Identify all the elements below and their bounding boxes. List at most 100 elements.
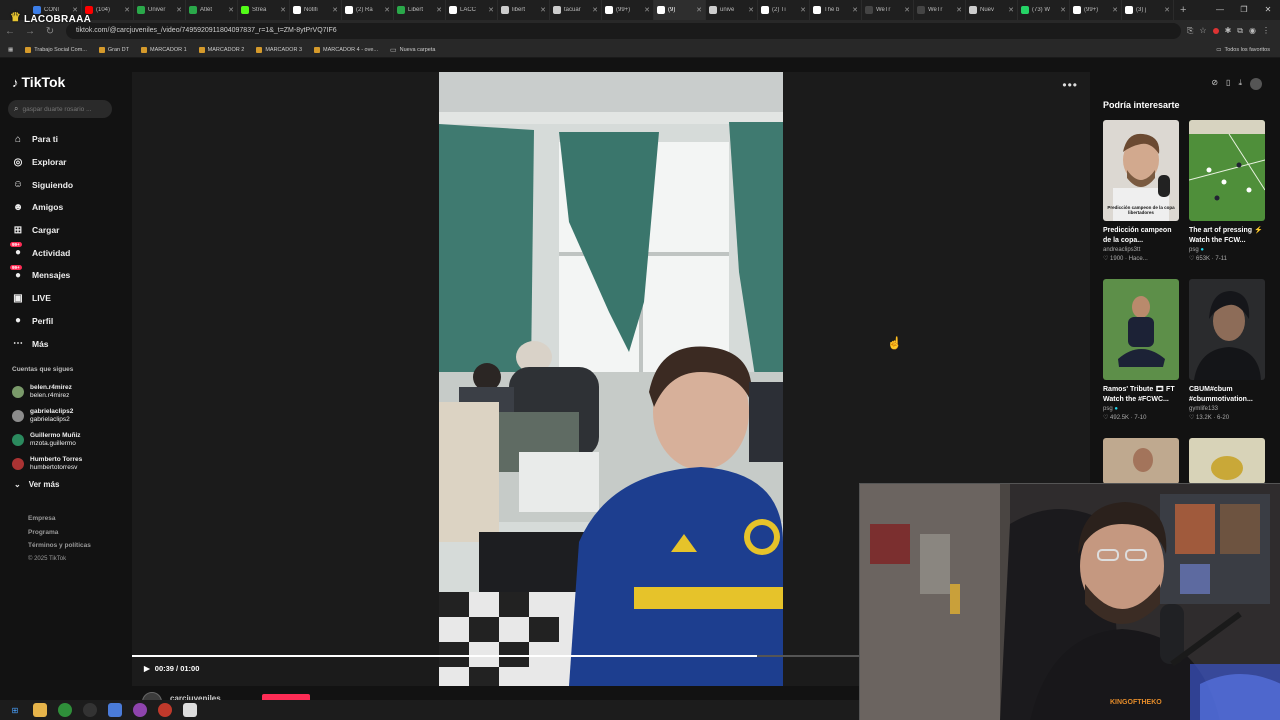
recommendation-card[interactable]: CBUM#cbum #cbummotivation... gymlife133 … bbox=[1189, 279, 1265, 421]
browser-tab[interactable]: (2) Ti ✕ bbox=[758, 0, 810, 20]
browser-tab[interactable]: Atlét ✕ bbox=[186, 0, 238, 20]
sidebar-item-upload[interactable]: ⊞ Cargar bbox=[12, 219, 73, 242]
browser-tab[interactable]: tacuar ✕ bbox=[550, 0, 602, 20]
browser-menu-icon[interactable]: ⋮ bbox=[1262, 26, 1270, 36]
app3-icon[interactable] bbox=[183, 703, 197, 717]
browser-tab[interactable]: libert ✕ bbox=[498, 0, 550, 20]
card-thumbnail[interactable] bbox=[1103, 279, 1179, 380]
following-account[interactable]: Humberto Torres humbertotorresv bbox=[12, 452, 82, 476]
bookmark-item[interactable]: Gran DT bbox=[98, 46, 129, 53]
extension-icon[interactable]: ✱ bbox=[1225, 26, 1232, 36]
more-options-icon[interactable]: ••• bbox=[1062, 78, 1078, 92]
tab-close-icon[interactable]: ✕ bbox=[748, 6, 754, 14]
browser-tab[interactable]: The b ✕ bbox=[810, 0, 862, 20]
recommendation-card[interactable] bbox=[1189, 438, 1265, 484]
sidebar-item-activity[interactable]: ● 99+ Actividad bbox=[10, 241, 73, 264]
tab-close-icon[interactable]: ✕ bbox=[332, 6, 338, 14]
card-author[interactable]: psg ● bbox=[1189, 247, 1265, 253]
author-avatar[interactable] bbox=[142, 692, 162, 700]
card-thumbnail[interactable]: Predicción campeon de la copa libertador… bbox=[1103, 120, 1179, 221]
tiktok-logo[interactable]: ♪ TikTok bbox=[12, 74, 65, 90]
browser-tab[interactable]: Libert ✕ bbox=[394, 0, 446, 20]
browser-tab[interactable]: (9) ✕ bbox=[654, 0, 706, 20]
recommendation-card[interactable]: The art of pressing ⚡ Watch the FCW... p… bbox=[1189, 120, 1265, 262]
close-icon[interactable]: ✕ bbox=[1256, 0, 1280, 20]
tab-close-icon[interactable]: ✕ bbox=[72, 6, 78, 14]
bookmark-item[interactable]: MARCADOR 3 bbox=[256, 46, 302, 53]
minimize-icon[interactable]: — bbox=[1208, 0, 1232, 20]
tab-close-icon[interactable]: ✕ bbox=[592, 6, 598, 14]
obs-icon[interactable] bbox=[83, 703, 97, 717]
bookmark-item[interactable]: Trabajo Social Com... bbox=[25, 46, 87, 53]
search-box[interactable]: ⌕ bbox=[8, 100, 112, 118]
bookmark-item[interactable]: MARCADOR 1 bbox=[140, 46, 187, 53]
tab-close-icon[interactable]: ✕ bbox=[800, 6, 806, 14]
browser-tab[interactable]: WeTr ✕ bbox=[862, 0, 914, 20]
following-account[interactable]: belen.r4mirez belen.r4mirez bbox=[12, 380, 82, 404]
windows-start-icon[interactable]: ⊞ bbox=[8, 703, 22, 717]
star-icon[interactable]: ☆ bbox=[1199, 26, 1206, 36]
card-thumbnail[interactable] bbox=[1189, 279, 1265, 380]
record-icon[interactable] bbox=[1212, 28, 1219, 34]
tab-close-icon[interactable]: ✕ bbox=[1008, 6, 1014, 14]
sidebar-item-friends[interactable]: ☻ Amigos bbox=[12, 196, 73, 219]
discord-icon[interactable] bbox=[133, 703, 147, 717]
bookmark-item[interactable]: MARCADOR 4 - ove... bbox=[314, 46, 378, 53]
recommendation-card[interactable] bbox=[1103, 438, 1179, 484]
sidebar-item-profile[interactable]: ● Perfil bbox=[12, 310, 73, 333]
browser-tab[interactable]: Nuev ✕ bbox=[966, 0, 1018, 20]
recommendation-card[interactable]: Predicción campeon de la copa libertador… bbox=[1103, 120, 1179, 262]
globe-icon[interactable] bbox=[1250, 78, 1262, 90]
sidebar-item-following[interactable]: ☺ Siguiendo bbox=[12, 173, 73, 196]
browser-tab[interactable]: (99+) ✕ bbox=[1070, 0, 1122, 20]
tab-close-icon[interactable]: ✕ bbox=[540, 6, 546, 14]
maximize-icon[interactable]: ❐ bbox=[1232, 0, 1256, 20]
app2-icon[interactable] bbox=[158, 703, 172, 717]
footer-link-terminos[interactable]: Términos y políticas bbox=[28, 539, 91, 553]
url-field[interactable]: tiktok.com/@carcjuveniles_/video/7495920… bbox=[66, 23, 1182, 39]
card-thumbnail[interactable] bbox=[1103, 438, 1179, 484]
card-title[interactable]: The art of pressing ⚡ Watch the FCW... bbox=[1189, 226, 1265, 245]
see-more-button[interactable]: ⌄ Ver más bbox=[14, 480, 59, 489]
tab-close-icon[interactable]: ✕ bbox=[384, 6, 390, 14]
recommendation-card[interactable]: Ramos' Tribute 🎞 FT Watch the #FCWC... p… bbox=[1103, 279, 1179, 421]
file-explorer-icon[interactable] bbox=[33, 703, 47, 717]
tab-close-icon[interactable]: ✕ bbox=[124, 6, 130, 14]
tab-close-icon[interactable]: ✕ bbox=[644, 6, 650, 14]
card-thumbnail[interactable] bbox=[1189, 120, 1265, 221]
card-author[interactable]: psg ● bbox=[1103, 406, 1179, 412]
bookmark-item[interactable]: ▭ Nueva carpeta bbox=[390, 46, 435, 54]
tab-close-icon[interactable]: ✕ bbox=[228, 6, 234, 14]
browser-tab[interactable]: (99+) ✕ bbox=[602, 0, 654, 20]
apps-icon[interactable]: ▦ bbox=[8, 47, 13, 53]
bookmark-item[interactable]: MARCADOR 2 bbox=[198, 46, 244, 53]
card-title[interactable]: Predicción campeon de la copa... bbox=[1103, 226, 1179, 245]
browser-tab[interactable]: Notifi ✕ bbox=[290, 0, 342, 20]
browser-tab[interactable]: (73) W ✕ bbox=[1018, 0, 1070, 20]
chrome-icon[interactable] bbox=[58, 703, 72, 717]
sidebar-item-more[interactable]: ⋯ Más bbox=[12, 332, 73, 355]
tab-close-icon[interactable]: ✕ bbox=[904, 6, 910, 14]
video-frame[interactable] bbox=[439, 72, 783, 686]
link-icon[interactable]: ⊘ bbox=[1211, 78, 1218, 90]
footer-link-programa[interactable]: Programa bbox=[28, 526, 91, 540]
following-account[interactable]: Guillermo Muñiz mzota.guillermo bbox=[12, 428, 82, 452]
browser-tab[interactable]: Strea ✕ bbox=[238, 0, 290, 20]
browser-tab[interactable]: unive ✕ bbox=[706, 0, 758, 20]
sidebar-item-messages[interactable]: ● 99+ Mensajes bbox=[10, 264, 73, 287]
footer-link-empresa[interactable]: Empresa bbox=[28, 512, 91, 526]
app-icon[interactable] bbox=[108, 703, 122, 717]
sidebar-item-live[interactable]: ▣ LIVE bbox=[12, 287, 73, 310]
tab-close-icon[interactable]: ✕ bbox=[176, 6, 182, 14]
browser-tab[interactable]: LACC ✕ bbox=[446, 0, 498, 20]
card-title[interactable]: CBUM#cbum #cbummotivation... bbox=[1189, 385, 1265, 404]
profile-avatar-icon[interactable]: ◉ bbox=[1249, 26, 1256, 36]
puzzle-icon[interactable]: ⧉ bbox=[1237, 26, 1243, 36]
tab-close-icon[interactable]: ✕ bbox=[956, 6, 962, 14]
forward-icon[interactable]: → bbox=[20, 26, 40, 37]
phone-icon[interactable]: ▯ bbox=[1226, 78, 1230, 90]
reload-icon[interactable]: ↻ bbox=[40, 26, 60, 37]
tab-close-icon[interactable]: ✕ bbox=[436, 6, 442, 14]
search-input[interactable] bbox=[22, 105, 103, 113]
all-bookmarks[interactable]: ▭ Todos los favoritos bbox=[1216, 47, 1280, 53]
